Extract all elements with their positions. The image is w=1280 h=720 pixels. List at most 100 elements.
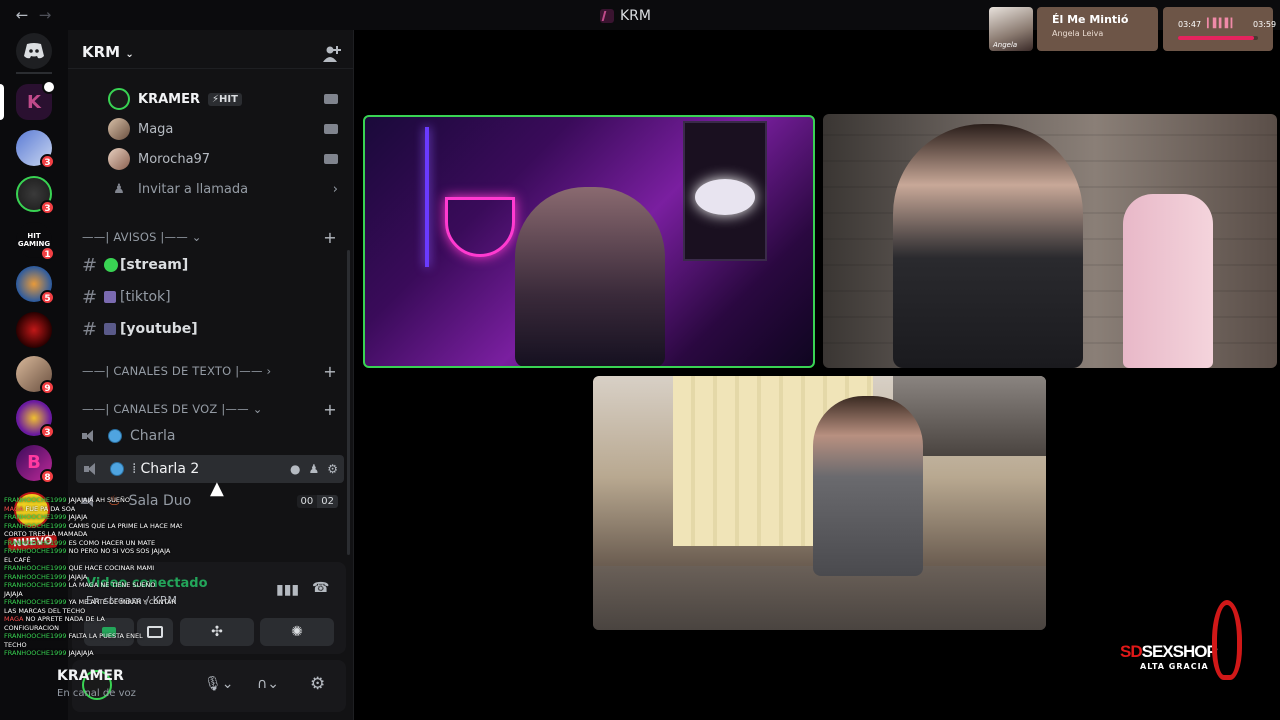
channel-stream[interactable]: # [stream] <box>82 252 322 278</box>
video-tile-morocha97[interactable] <box>593 376 1046 630</box>
chat-line: FRANHOOCHE1999 NO PERO NO SI VOS SOS JAJ… <box>4 547 182 556</box>
chat-text: JAJAJA <box>4 589 23 598</box>
add-channel-icon[interactable]: + <box>323 228 337 247</box>
activities-button[interactable]: ✣ <box>180 618 254 646</box>
server-icon-6[interactable]: 5 <box>16 266 55 305</box>
screen-glow <box>695 179 755 215</box>
now-playing-info: Él Me Mintió Angela Leiva <box>1037 7 1158 51</box>
neon-mate-sign <box>445 197 515 257</box>
forward-arrow-icon[interactable]: → <box>36 6 54 24</box>
server-avatar <box>16 312 52 348</box>
voice-member-morocha97[interactable]: Morocha97 <box>108 147 338 171</box>
chat-lines: FRANHOOCHE1999 JAJAJAJA AH SUEÑO MAGA FUE… <box>4 496 182 658</box>
hash-icon: # <box>82 286 98 308</box>
globe-icon <box>110 462 124 476</box>
channel-youtube[interactable]: # [youtube] <box>82 316 322 342</box>
chat-text: LA MAGA NE TIENE SUEÑO <box>68 581 156 589</box>
soundboard-button[interactable]: ✺ <box>260 618 334 646</box>
category-avisos[interactable]: ——| AVISOS |—— ⌄ <box>82 230 232 246</box>
server-icon-4[interactable]: 3 <box>16 176 55 215</box>
server-name-header[interactable]: KRM ⌄ <box>82 43 202 63</box>
back-arrow-icon[interactable]: ← <box>13 6 31 24</box>
tiktok-icon <box>104 291 116 303</box>
chat-bubble-icon[interactable]: ● <box>290 462 300 476</box>
add-channel-icon[interactable]: + <box>323 362 337 381</box>
chat-text: FALTA LA PUESTA ENEL <box>68 632 143 640</box>
discord-home-button[interactable] <box>16 33 52 69</box>
channel-name: [stream] <box>120 257 189 273</box>
song-artist: Angela Leiva <box>1052 29 1104 38</box>
mention-badge: 3 <box>40 154 55 169</box>
category-label: ——| AVISOS |—— <box>82 230 188 244</box>
add-member-icon[interactable] <box>322 44 342 64</box>
channel-actions: ● ♟ ⚙ <box>290 462 338 476</box>
chat-username: FRANHOOCHE1999 <box>4 521 67 530</box>
user-limit: 00 02 <box>296 494 338 508</box>
window-title: KRM <box>600 6 720 26</box>
chat-username: FRANHOOCHE1999 <box>4 581 67 589</box>
chevron-right-icon: › <box>332 181 338 197</box>
disconnect-icon[interactable]: ☎ <box>312 580 329 596</box>
headphones-icon[interactable]: ∩⌄ <box>257 676 279 692</box>
server-icon-8[interactable]: 9 <box>16 356 55 395</box>
sponsor-logo: SDSEXSHOP ALTA GRACIA <box>1120 600 1250 680</box>
server-icon-9[interactable]: 3 <box>16 400 55 439</box>
chat-text: YA ME ARTE DE MIRAR Y CONTAR <box>68 598 176 606</box>
video-tile-kramer[interactable] <box>363 115 815 368</box>
member-tag: HIT <box>219 93 238 105</box>
album-art: Angela <box>989 7 1033 51</box>
hash-icon: # <box>82 318 98 340</box>
chevron-down-icon: ⌄ <box>191 230 202 244</box>
server-krm[interactable]: K <box>16 80 56 120</box>
green-dot-icon <box>104 258 118 272</box>
chat-text: FUE PA DA SOA <box>25 504 76 513</box>
chat-line: JAJAJA <box>4 590 182 599</box>
streamer-figure <box>515 187 665 366</box>
category-texto[interactable]: ——| CANALES DE TEXTO |—— › <box>82 364 282 380</box>
album-art-caption: Angela <box>993 41 1018 49</box>
chat-text: JAJAJAJA AH SUEÑO <box>68 496 131 504</box>
camera-icon <box>324 124 338 134</box>
brand-name: SEXSHOP <box>1141 642 1218 661</box>
voice-channel-charla[interactable]: Charla <box>82 422 322 450</box>
invite-to-call[interactable]: ♟ Invitar a llamada › <box>108 177 338 201</box>
video-tile-maga[interactable] <box>823 114 1277 368</box>
channel-name: [youtube] <box>120 321 198 337</box>
category-voz[interactable]: ——| CANALES DE VOZ |—— ⌄ <box>82 402 282 418</box>
person-add-icon: ♟ <box>113 181 125 197</box>
invite-icon[interactable]: ♟ <box>308 462 319 476</box>
voice-member-kramer[interactable]: KRAMER ⚡HIT <box>108 87 338 111</box>
progress-fill <box>1178 36 1254 40</box>
server-icon-7[interactable] <box>16 312 52 348</box>
window-title-text: KRM <box>620 8 651 24</box>
server-icon-5[interactable]: HIT GAMING 1 <box>16 222 55 261</box>
chat-username: FRANHOOCHE1999 <box>4 538 67 547</box>
chat-text: CORTO TRES LA MAMADA <box>4 530 88 538</box>
speaker-icon <box>84 462 102 476</box>
elapsed-time: 03:47 <box>1178 20 1202 29</box>
camera-icon <box>324 154 338 164</box>
rail-divider <box>16 72 52 74</box>
chat-line: FRANHOOCHE1999 JAJAJA <box>4 573 182 582</box>
server-icon-3[interactable]: 3 <box>16 130 55 169</box>
chat-line: FRANHOOCHE1999 FALTA LA PUESTA ENEL <box>4 632 182 641</box>
voice-member-maga[interactable]: Maga <box>108 117 338 141</box>
user-count: 00 <box>296 494 318 508</box>
category-label: ——| CANALES DE TEXTO |—— <box>82 364 263 378</box>
microphone-icon[interactable]: 🎙⌄ <box>204 676 234 692</box>
globe-icon <box>108 429 122 443</box>
noise-suppression-icon[interactable]: ▮▮▮ <box>276 582 299 598</box>
member-name: Morocha97 <box>138 151 211 167</box>
soundboard-icon: ✺ <box>291 624 303 640</box>
participant-figure <box>813 396 923 576</box>
chat-username: FRANHOOCHE1999 <box>4 572 67 581</box>
add-channel-icon[interactable]: + <box>323 400 337 419</box>
stream-chat-overlay: NUEVO FRANHOOCHE1999 JAJAJAJA AH SUEÑO MA… <box>0 492 182 720</box>
brand-prefix: SD <box>1120 642 1143 661</box>
channel-tiktok[interactable]: # [tiktok] <box>82 284 322 310</box>
sidebar-scrollbar[interactable] <box>347 250 350 555</box>
chat-line: TECHO <box>4 641 182 650</box>
user-settings-gear-icon[interactable]: ⚙ <box>310 674 325 694</box>
settings-gear-icon[interactable]: ⚙ <box>327 462 338 476</box>
server-icon-10[interactable]: B8 <box>16 445 55 484</box>
